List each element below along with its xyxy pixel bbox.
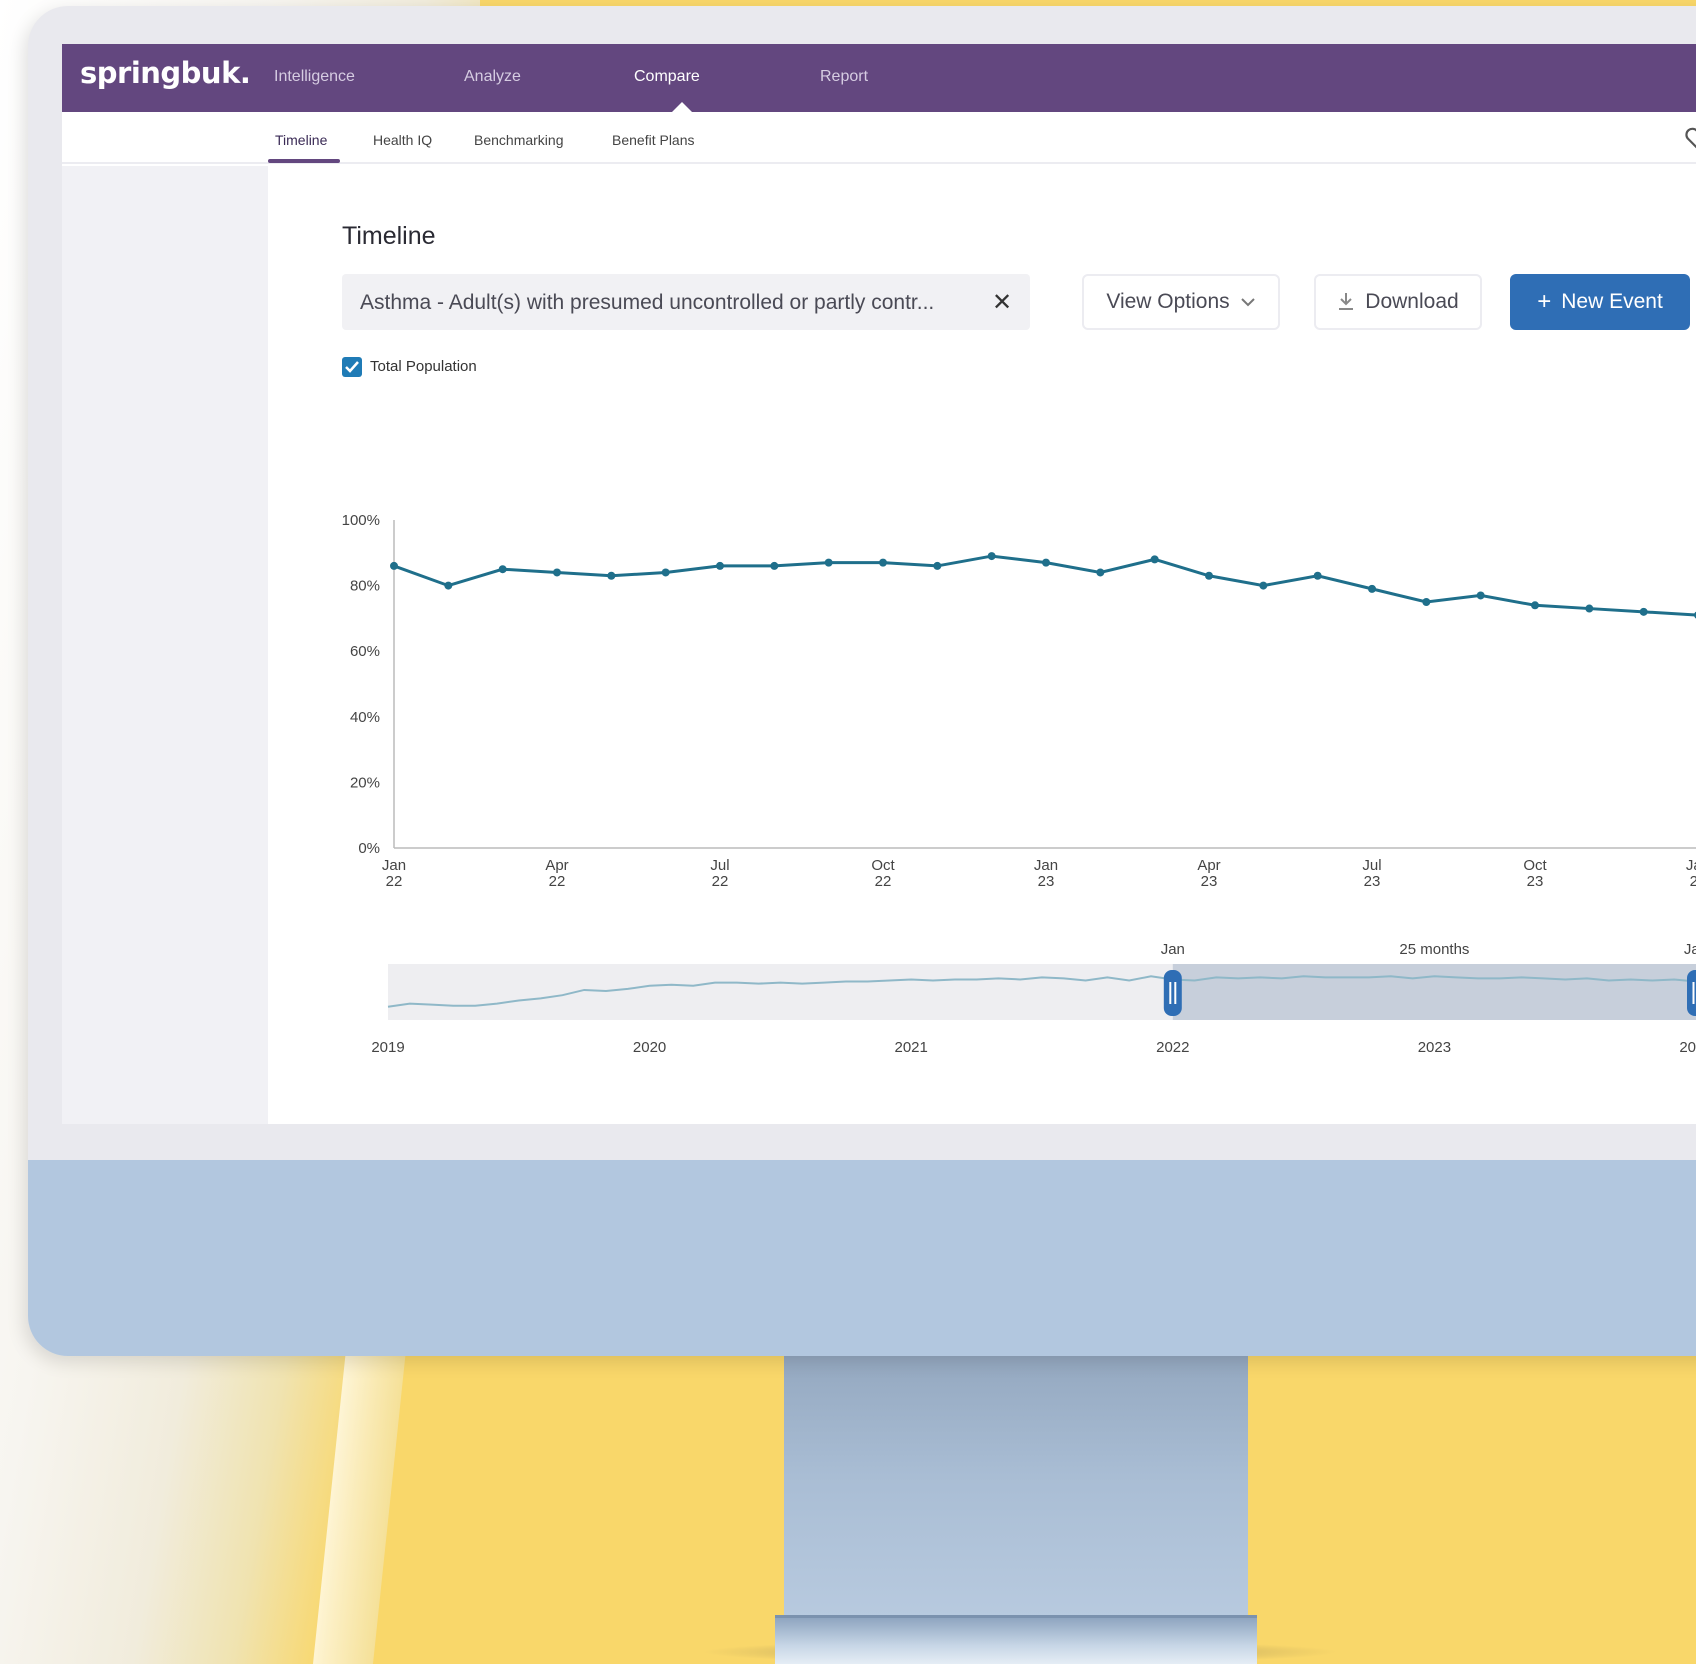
selected-range[interactable] — [1172, 964, 1696, 1020]
range-year-label: 2019 — [371, 1039, 404, 1056]
screen: springbuk. Intelligence Analyze Compare … — [62, 44, 1696, 1124]
range-year-label: 2022 — [1156, 1039, 1189, 1056]
range-duration-label: 25 months — [1399, 941, 1469, 958]
range-year-label: 2024 — [1679, 1039, 1696, 1056]
monitor-chin — [28, 1160, 1696, 1356]
monitor: springbuk. Intelligence Analyze Compare … — [28, 6, 1696, 1356]
handle-body[interactable] — [1163, 970, 1182, 1016]
range-year-label: 2021 — [895, 1039, 928, 1056]
monitor-stand — [784, 1350, 1248, 1630]
range-year-label: 2023 — [1418, 1039, 1451, 1056]
monitor-stand-base — [775, 1615, 1257, 1664]
handle-body[interactable] — [1687, 970, 1696, 1016]
range-start-handle[interactable] — [1163, 970, 1182, 1016]
range-end-label: Jan — [1684, 941, 1696, 958]
range-end-handle[interactable] — [1687, 970, 1696, 1016]
timeline-range-selector[interactable]: Jan Jan 25 months 2019 2020 2021 2022 2023 2024 — [62, 44, 1696, 1124]
range-year-label: 2020 — [633, 1039, 666, 1056]
range-start-label: Jan — [1161, 941, 1185, 958]
